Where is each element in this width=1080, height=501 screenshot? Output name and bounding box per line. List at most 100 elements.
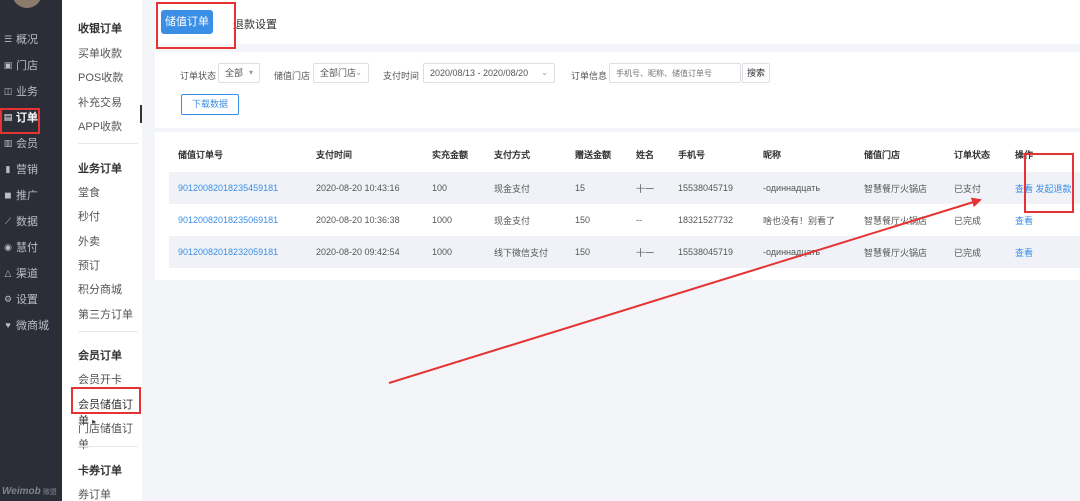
cell-pay-time: 2020-08-20 10:43:16 [307,172,423,204]
tab-stored-value-orders[interactable]: 储值订单 [161,10,213,34]
subnav-item[interactable]: 券订单 [78,486,111,501]
store-icon: ▣ [3,60,13,70]
tab-refund-settings[interactable]: 退款设置 [233,16,277,32]
pay-icon: ◉ [4,242,12,252]
cell-gift-amount: 15 [566,172,627,204]
nav-item-label: 概况 [16,34,38,46]
chevron-down-icon: ⌄ [355,68,362,77]
divider [78,143,138,144]
cell-status: 已支付 [945,172,1006,204]
nav-item-store[interactable]: ▣ 门店 [0,52,62,78]
nav-item-label: 订单 [16,112,38,124]
nav-item-label: 微商城 [16,320,49,332]
nav-item-settings[interactable]: ⚙ 设置 [0,286,62,312]
subnav-group-title: 卡券订单 [78,465,122,477]
cell-pay-time: 2020-08-20 10:36:38 [316,215,400,225]
nav-item-member[interactable]: ▥ 会员 [0,130,62,156]
nav-item-label: 业务 [16,86,38,98]
download-button[interactable]: 下载数据 [181,94,239,115]
cell-name: 十一 [627,172,669,204]
channel-icon: △ [4,268,12,278]
table-row: 90120082018232059181 2020-08-20 09:42:54… [169,236,1080,268]
nav-item-label: 设置 [16,294,38,306]
nav-item-channel[interactable]: △ 渠道 [0,260,62,286]
column-header: 支付时间 [316,149,353,160]
cell-nickname: 啥也没有！别看了 [763,215,836,226]
subnav-group-title: 业务订单 [78,163,122,175]
subnav-item[interactable]: 外卖 [78,233,100,249]
subnav-item[interactable]: 秒付 [78,208,100,224]
cell-actions: 查看 [1006,204,1080,236]
nav-item-label: 营销 [16,164,38,176]
nav-item-label: 推广 [16,190,38,202]
subnav-item[interactable]: POS收款 [78,69,123,85]
column-header: 操作 [1015,149,1034,160]
nav-item-label: 会员 [16,138,38,150]
date-range-value: 2020/08/13 - 2020/08/20 [430,68,529,78]
active-indicator [140,105,142,123]
orders-table-panel: 储值订单号 支付时间 实充金额 支付方式 赠送金额 姓名 手机号 昵称 储值门店… [155,132,1080,280]
subnav-item[interactable]: 堂食 [78,184,100,200]
order-icon: ▤ [3,112,13,122]
status-select[interactable]: 全部 ▾ [218,63,260,83]
store-select[interactable]: 全部门店 ⌄ [313,63,369,83]
avatar[interactable] [12,0,42,8]
cell-pay-method: 线下微信支付 [485,236,566,268]
nav-item-business[interactable]: ◫ 业务 [0,78,62,104]
divider [78,331,138,332]
subnav-item[interactable]: 买单收款 [78,45,122,61]
nav-item-label: 慧付 [16,242,38,254]
view-link[interactable]: 查看 [1015,248,1033,258]
column-header: 支付方式 [494,149,531,160]
cell-phone: 18321527732 [678,215,734,225]
order-number-link[interactable]: 90120082018235459181 [169,172,307,204]
table-row: 90120082018235069181 2020-08-20 10:36:38… [169,204,1080,236]
nav-item-promote[interactable]: ◼ 推广 [0,182,62,208]
info-filter-label: 订单信息 [571,71,608,81]
cell-store: 智慧餐厅火锅店 [855,236,945,268]
cell-phone: 15538045719 [669,236,754,268]
nav-item-label: 渠道 [16,268,38,280]
orders-table: 储值订单号 支付时间 实充金额 支付方式 赠送金额 姓名 手机号 昵称 储值门店… [169,136,1080,268]
order-number-link[interactable]: 90120082018235069181 [169,204,307,236]
nav-item-overview[interactable]: ☰ 概况 [0,26,62,52]
tab-bar: 储值订单 退款设置 [155,0,1080,44]
chart-icon: ▮ [5,164,11,174]
cell-amount: 100 [423,172,485,204]
subnav-item[interactable]: APP收款 [78,118,122,134]
cell-store: 智慧餐厅火锅店 [864,215,928,226]
column-header: 储值门店 [864,149,901,160]
search-button[interactable]: 搜索 [742,63,770,83]
column-header: 订单状态 [954,149,991,160]
main-nav: ☰ 概况 ▣ 门店 ◫ 业务 ▤ 订单 ▥ 会员 ▮ 营销 ◼ 推广 ⟋ 数据 ◉ 慧付 △ 渠道 … [0,0,62,501]
chevron-down-icon: ⌄ [541,68,548,77]
cell-nickname: -одиннадцать [754,172,855,204]
search-input[interactable] [609,63,741,83]
nav-item-order[interactable]: ▤ 订单 [0,104,62,130]
subnav-group-title: 收银订单 [78,23,122,35]
subnav-item[interactable]: 门店储值订单 [78,420,142,452]
order-number-link[interactable]: 90120082018232059181 [169,236,307,268]
nav-item-marketing[interactable]: ▮ 营销 [0,156,62,182]
subnav-item[interactable]: 第三方订单 [78,306,133,322]
subnav-item[interactable]: 会员开卡 [78,371,122,387]
column-header: 昵称 [763,149,782,160]
nav-item-data[interactable]: ⟋ 数据 [0,208,62,234]
refund-link[interactable]: 发起退款 [1036,184,1072,194]
sub-nav: 收银订单 买单收款 POS收款 补充交易 APP收款 业务订单 堂食 秒付 外卖… [62,0,142,501]
subnav-item[interactable]: 积分商城 [78,281,122,297]
nav-item-pay[interactable]: ◉ 慧付 [0,234,62,260]
subnav-item[interactable]: 预订 [78,257,100,273]
status-select-value: 全部 [225,68,244,78]
date-range-picker[interactable]: 2020/08/13 - 2020/08/20 ⌄ [423,63,555,83]
subnav-item[interactable]: 补充交易 [78,94,122,110]
promote-icon: ◼ [4,190,12,200]
subnav-group-title: 会员订单 [78,350,122,362]
cell-amount: 1000 [432,215,453,225]
cell-actions: 查看 发起退款 [1006,172,1080,204]
view-link[interactable]: 查看 [1015,216,1033,226]
view-link[interactable]: 查看 [1015,184,1033,194]
cell-name: -- [636,215,642,225]
nav-item-mall[interactable]: ♥ 微商城 [0,312,62,338]
table-row: 90120082018235459181 2020-08-20 10:43:16… [169,172,1080,204]
